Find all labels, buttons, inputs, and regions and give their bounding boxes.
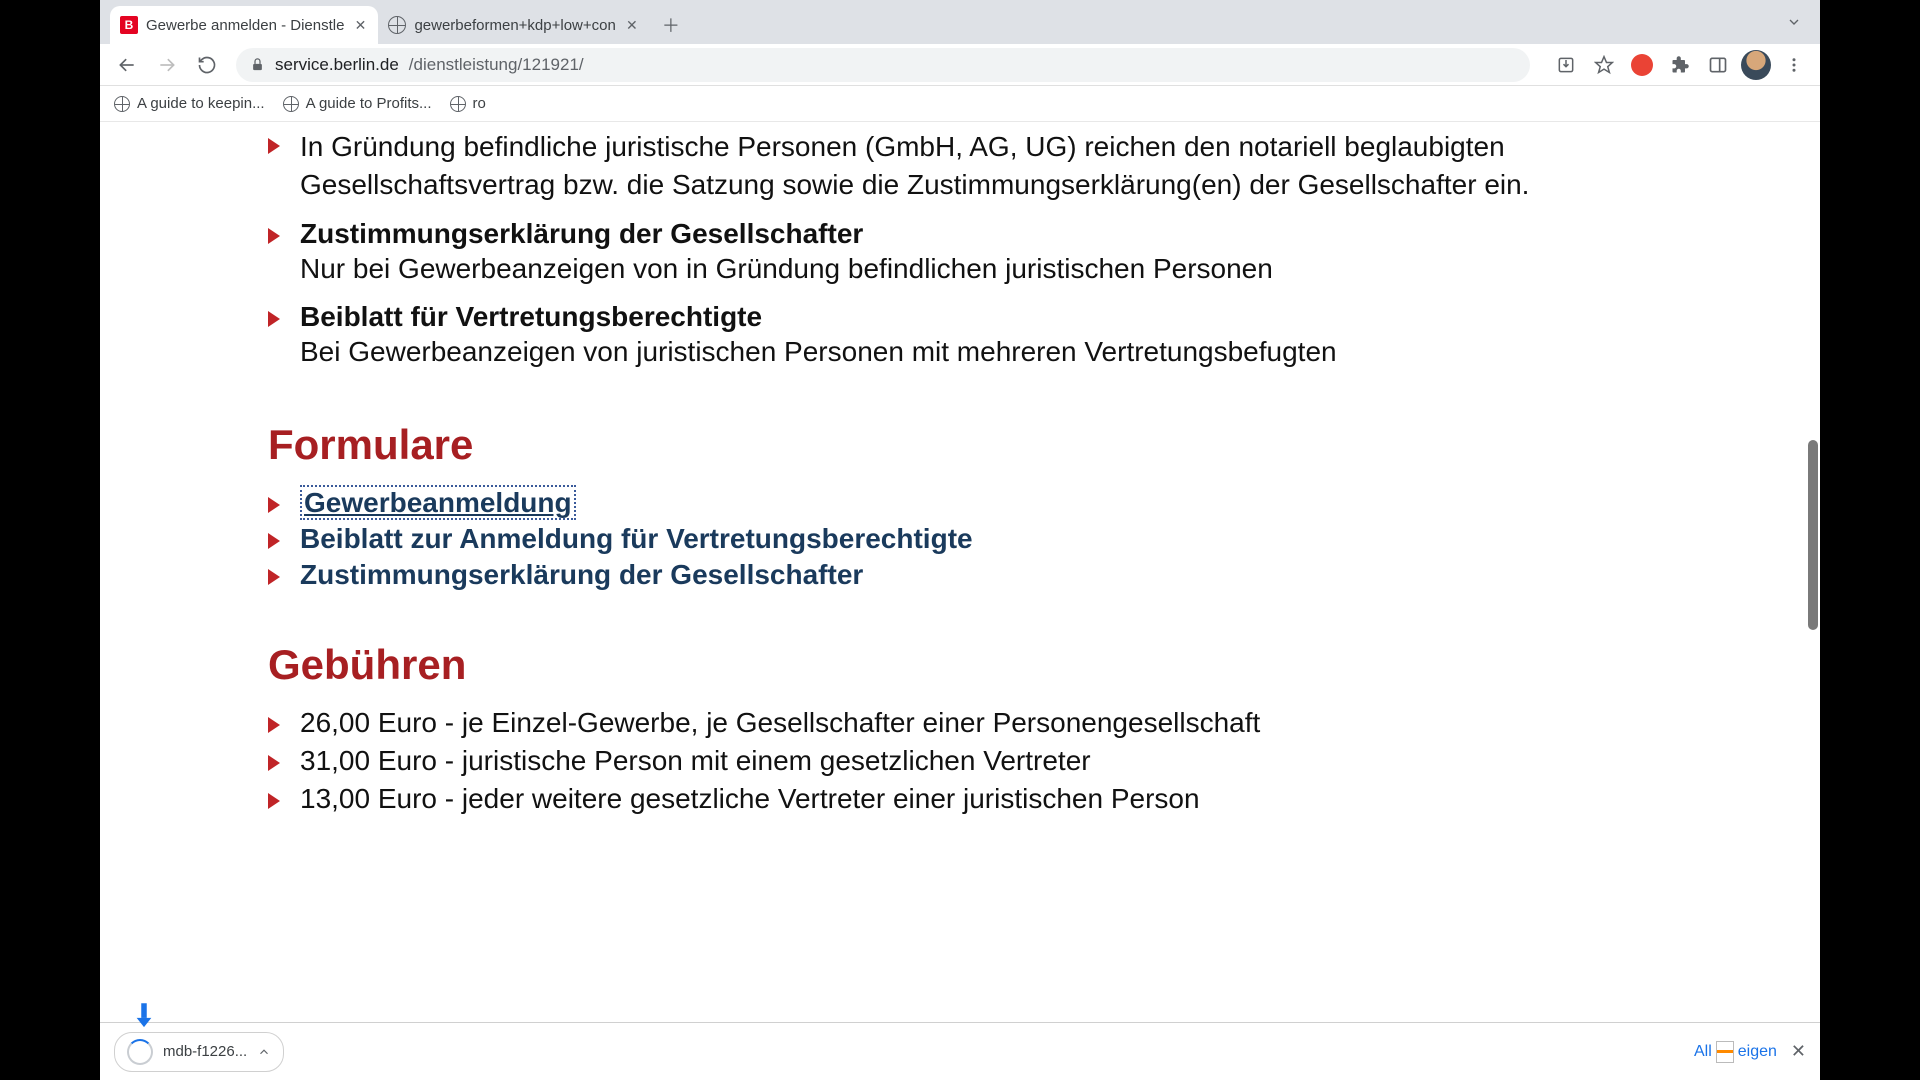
tab-title: Gewerbe anmelden - Dienstle <box>146 17 344 34</box>
intro-paragraph: In Gründung befindliche juristische Pers… <box>300 131 1529 200</box>
item-title: Beiblatt für Vertretungsberechtigte <box>300 301 1548 333</box>
bookmark-item[interactable]: A guide to Profits... <box>283 95 432 112</box>
menu-icon[interactable] <box>1778 49 1810 81</box>
download-item[interactable]: mdb-f1226... <box>114 1032 284 1072</box>
url-host: service.berlin.de <box>275 55 399 75</box>
tab-title: gewerbeformen+kdp+low+con <box>414 17 615 34</box>
bookmark-label: A guide to Profits... <box>306 95 432 112</box>
chevron-up-icon[interactable] <box>257 1045 271 1059</box>
toolbar: service.berlin.de/dienstleistung/121921/ <box>100 44 1820 86</box>
all-label-pre: All <box>1694 1043 1712 1061</box>
doc-thumb-icon <box>1716 1041 1734 1063</box>
form-link-zustimmung[interactable]: Zustimmungserklärung der Gesellschafter <box>300 559 863 590</box>
tab-inactive[interactable]: gewerbeformen+kdp+low+con ✕ <box>378 6 649 44</box>
sidepanel-icon[interactable] <box>1702 49 1734 81</box>
form-link-beiblatt[interactable]: Beiblatt zur Anmeldung für Vertretungsbe… <box>300 523 973 554</box>
download-shelf: mdb-f1226... All eigen ✕ <box>100 1022 1820 1080</box>
lock-icon <box>250 57 265 72</box>
scrollbar-thumb[interactable] <box>1808 440 1818 630</box>
bookmark-label: ro <box>473 95 486 112</box>
download-filename: mdb-f1226... <box>163 1043 247 1060</box>
install-icon[interactable] <box>1550 49 1582 81</box>
list-item: Zustimmungserklärung der Gesellschafter <box>268 559 1548 591</box>
extensions-icon[interactable] <box>1664 49 1696 81</box>
toolbar-actions <box>1550 49 1810 81</box>
address-bar[interactable]: service.berlin.de/dienstleistung/121921/ <box>236 48 1530 82</box>
item-title: Zustimmungserklärung der Gesellschafter <box>300 218 1548 250</box>
bookmark-item[interactable]: A guide to keepin... <box>114 95 265 112</box>
letterbox-background: B Gewerbe anmelden - Dienstle ✕ gewerbef… <box>0 0 1920 1080</box>
section-heading-formulare: Formulare <box>268 421 1548 469</box>
form-link-gewerbeanmeldung[interactable]: Gewerbeanmeldung <box>300 485 576 520</box>
list-item: In Gründung befindliche juristische Pers… <box>268 128 1548 204</box>
bookmark-item[interactable]: ro <box>450 95 486 112</box>
show-all-downloads-button[interactable]: All eigen <box>1694 1041 1777 1063</box>
list-item: Beiblatt für Vertretungsberechtigte Bei … <box>268 301 1548 371</box>
close-icon[interactable]: ✕ <box>624 17 640 33</box>
globe-icon <box>114 96 130 112</box>
tab-active[interactable]: B Gewerbe anmelden - Dienstle ✕ <box>110 6 378 44</box>
list-item: Gewerbeanmeldung <box>268 487 1548 519</box>
download-progress-icon <box>127 1039 153 1065</box>
close-icon[interactable]: ✕ <box>1791 1041 1806 1062</box>
scrollbar[interactable] <box>1808 122 1818 962</box>
back-button[interactable] <box>110 48 144 82</box>
fee-item: 26,00 Euro - je Einzel-Gewerbe, je Gesel… <box>268 707 1548 739</box>
bookmark-star-icon[interactable] <box>1588 49 1620 81</box>
browser-window: B Gewerbe anmelden - Dienstle ✕ gewerbef… <box>100 0 1820 1080</box>
page-viewport: In Gründung befindliche juristische Pers… <box>100 122 1820 1022</box>
item-desc: Bei Gewerbeanzeigen von juristischen Per… <box>300 333 1548 371</box>
favicon-berlin-icon: B <box>120 16 138 34</box>
page-content: In Gründung befindliche juristische Pers… <box>268 122 1548 815</box>
fee-item: 13,00 Euro - jeder weitere gesetzliche V… <box>268 783 1548 815</box>
bookmarks-bar: A guide to keepin... A guide to Profits.… <box>100 86 1820 122</box>
avatar[interactable] <box>1740 49 1772 81</box>
fee-item: 31,00 Euro - juristische Person mit eine… <box>268 745 1548 777</box>
section-heading-gebuehren: Gebühren <box>268 641 1548 689</box>
close-icon[interactable]: ✕ <box>352 17 368 33</box>
download-arrow-icon <box>133 1003 155 1031</box>
favicon-globe-icon <box>388 16 406 34</box>
forward-button[interactable] <box>150 48 184 82</box>
list-item: Beiblatt zur Anmeldung für Vertretungsbe… <box>268 523 1548 555</box>
tabs-overflow-icon[interactable] <box>1786 14 1802 30</box>
list-item: Zustimmungserklärung der Gesellschafter … <box>268 218 1548 288</box>
globe-icon <box>283 96 299 112</box>
globe-icon <box>450 96 466 112</box>
item-desc: Nur bei Gewerbeanzeigen von in Gründung … <box>300 250 1548 288</box>
reload-button[interactable] <box>190 48 224 82</box>
new-tab-button[interactable]: ＋ <box>656 10 686 40</box>
url-path: /dienstleistung/121921/ <box>409 55 584 75</box>
tab-strip: B Gewerbe anmelden - Dienstle ✕ gewerbef… <box>100 0 1820 44</box>
bookmark-label: A guide to keepin... <box>137 95 265 112</box>
extension-red-icon[interactable] <box>1626 49 1658 81</box>
all-label-post: eigen <box>1738 1043 1777 1061</box>
